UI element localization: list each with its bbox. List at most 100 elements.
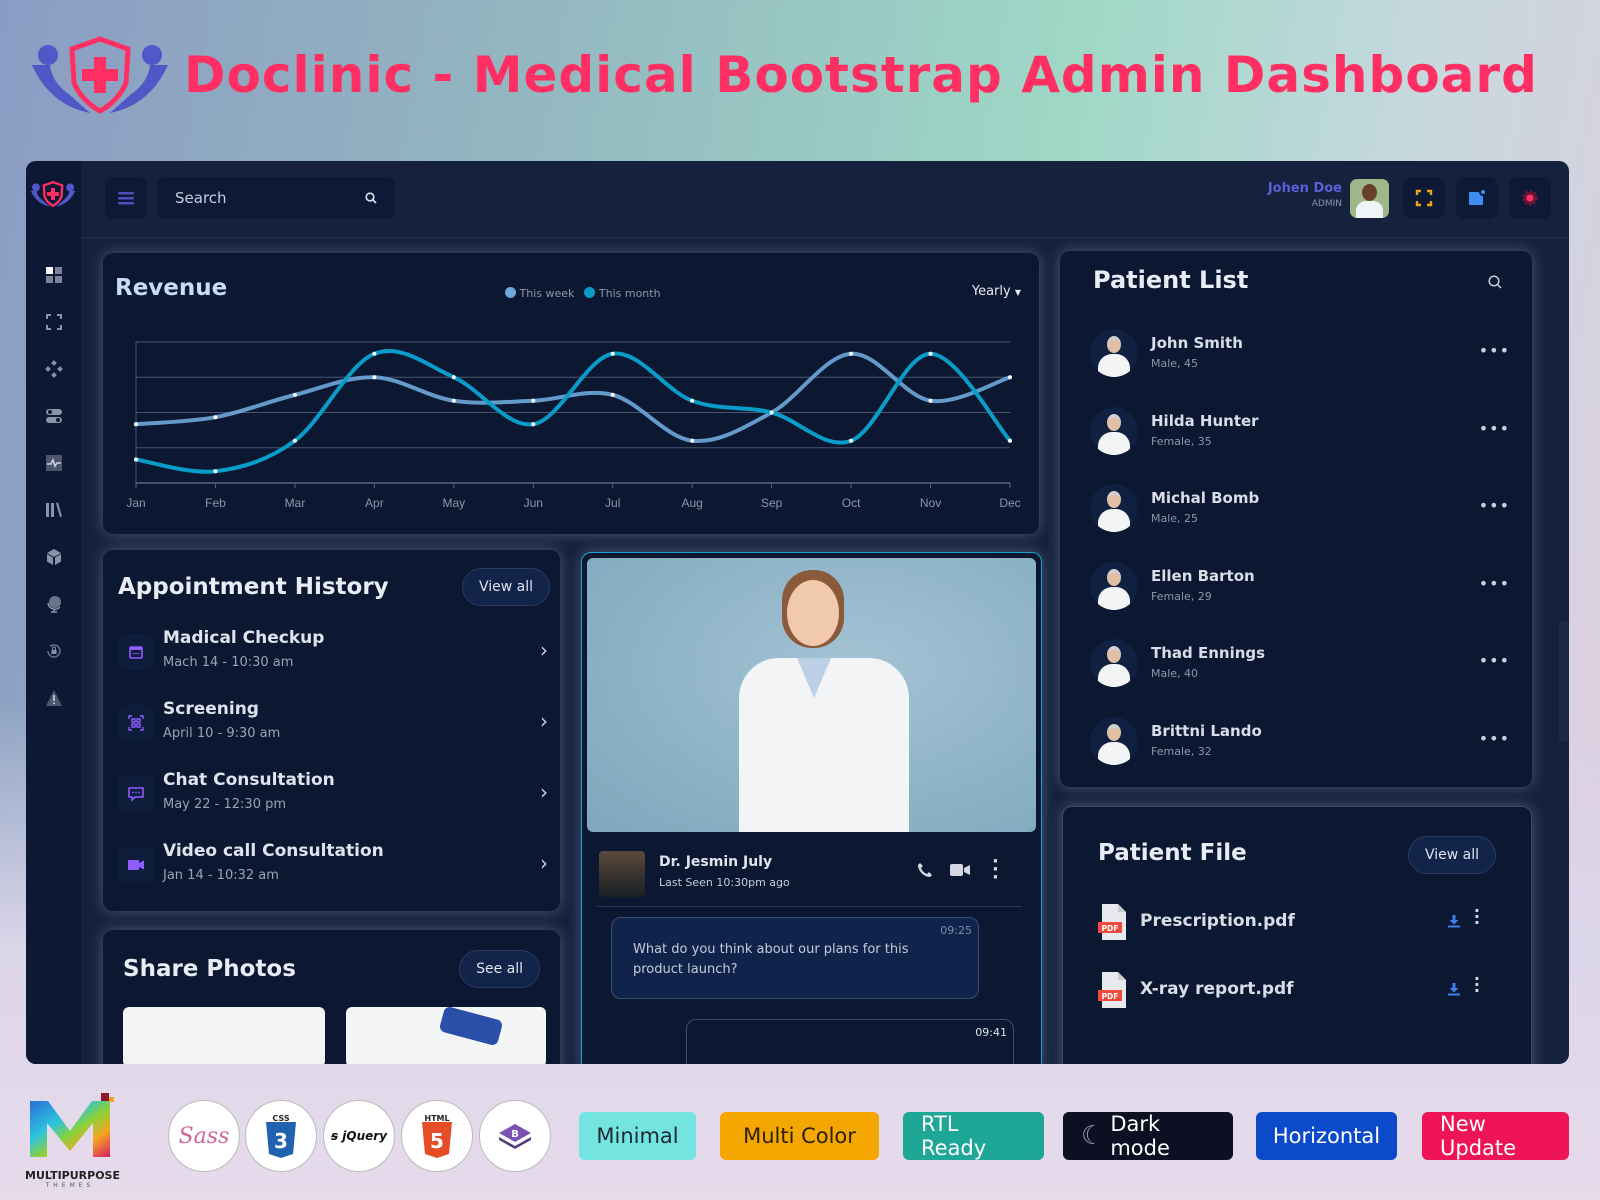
appointment-item[interactable]: Madical Checkup Mach 14 - 10:30 am ›: [118, 628, 548, 688]
patient-list-item[interactable]: Hilda Hunter Female, 35 •••: [1090, 406, 1510, 467]
patient-list-item[interactable]: Brittni Lando Female, 32 •••: [1090, 716, 1510, 777]
patient-avatar: [1090, 716, 1138, 765]
chevron-right-icon[interactable]: ›: [540, 780, 548, 804]
search-icon: [365, 192, 377, 204]
svg-text:CSS: CSS: [272, 1114, 289, 1123]
chat-avatar[interactable]: [599, 851, 645, 897]
phone-icon[interactable]: [917, 862, 933, 878]
more-options-icon[interactable]: •••: [1479, 341, 1510, 360]
x-tick-label: Jan: [126, 496, 145, 510]
appointment-item[interactable]: Chat Consultation May 22 - 12:30 pm ›: [118, 770, 548, 830]
sidebar-item-charts[interactable]: [26, 439, 81, 486]
more-options-icon[interactable]: •••: [1479, 729, 1510, 748]
x-tick-label: Jun: [524, 496, 543, 510]
x-tick-label: May: [442, 496, 465, 510]
sidebar-item-widgets[interactable]: [26, 533, 81, 580]
badge-multi-color: Multi Color: [720, 1112, 879, 1160]
chat-divider: [597, 906, 1022, 907]
sidebar-item-components[interactable]: [26, 345, 81, 392]
appointment-title: Video call Consultation: [163, 841, 384, 861]
user-info[interactable]: Johen Doe ADMIN: [1268, 181, 1342, 209]
more-options-icon[interactable]: •••: [1479, 651, 1510, 670]
svg-text:HTML: HTML: [424, 1114, 449, 1123]
components-icon: [44, 359, 63, 378]
settings-button[interactable]: [1509, 177, 1551, 219]
user-role: ADMIN: [1311, 199, 1342, 209]
chat-more-icon[interactable]: · · ·: [992, 853, 999, 887]
download-icon[interactable]: [1447, 914, 1461, 928]
doclinic-logo-icon: [32, 36, 168, 114]
sidebar-item-errors[interactable]: [26, 674, 81, 721]
series-line-this-month: [134, 349, 1012, 474]
user-avatar[interactable]: [1350, 179, 1389, 218]
appointments-view-all-button[interactable]: View all: [461, 568, 550, 606]
calendar-icon: [118, 634, 154, 670]
patient-list-item[interactable]: Thad Ennings Male, 40 •••: [1090, 639, 1510, 699]
sidebar-item-forms[interactable]: [26, 392, 81, 439]
patient-file-item[interactable]: PDF Prescription.pdf · · ·: [1098, 902, 1488, 948]
user-name: Johen Doe: [1267, 181, 1342, 196]
data-point: [928, 351, 933, 356]
revenue-card: Revenue This week This month Yearly ▼ Ja…: [103, 253, 1039, 534]
patient-list-item[interactable]: Ellen Barton Female, 29 •••: [1090, 561, 1510, 622]
css3-logo: CSS 3: [245, 1100, 317, 1172]
patient-name: Hilda Hunter: [1151, 411, 1259, 430]
badge-label: Horizontal: [1272, 1124, 1381, 1148]
scrollbar[interactable]: [1559, 621, 1569, 741]
sidebar-logo-icon: [30, 180, 76, 208]
appointment-title: Madical Checkup: [163, 628, 325, 648]
promo-header: Doclinic - Medical Bootstrap Admin Dashb…: [30, 32, 1538, 118]
file-more-icon[interactable]: · · ·: [1474, 971, 1480, 999]
sidebar-item-maps[interactable]: [26, 580, 81, 627]
patient-info: Female, 29: [1151, 589, 1212, 603]
badge-horizontal: Horizontal: [1256, 1112, 1397, 1160]
chevron-right-icon[interactable]: ›: [540, 851, 548, 875]
more-options-icon[interactable]: •••: [1479, 574, 1510, 593]
appointment-item[interactable]: Screening April 10 - 9:30 am ›: [118, 699, 548, 759]
more-options-icon[interactable]: •••: [1479, 496, 1510, 515]
data-point: [531, 398, 536, 403]
data-point: [213, 415, 218, 420]
sidebar-item-layout[interactable]: [26, 298, 81, 345]
badge-label: RTL Ready: [921, 1112, 987, 1160]
download-icon[interactable]: [1447, 982, 1461, 996]
sidebar-item-dashboard[interactable]: [26, 251, 81, 298]
pdf-file-icon: PDF: [1098, 904, 1126, 940]
message-time: 09:25: [940, 924, 972, 937]
chevron-right-icon[interactable]: ›: [540, 638, 548, 662]
photos-see-all-button[interactable]: See all: [459, 950, 540, 988]
files-view-all-button[interactable]: View all: [1407, 836, 1496, 874]
sidebar: [26, 161, 81, 1064]
photo-thumbnail[interactable]: [346, 1007, 546, 1064]
patient-file-item[interactable]: PDF X-ray report.pdf · · ·: [1098, 970, 1488, 1016]
video-call-icon[interactable]: [950, 863, 970, 877]
patient-file-card: Patient File View all PDF Prescription.p…: [1062, 806, 1532, 1064]
x-tick-label: Jul: [605, 496, 620, 510]
fullscreen-icon: [1415, 189, 1433, 207]
search-input[interactable]: Search: [157, 177, 395, 219]
data-point: [213, 469, 218, 474]
search-icon[interactable]: [1488, 275, 1502, 289]
sidebar-item-auth[interactable]: [26, 627, 81, 674]
menu-toggle-button[interactable]: [105, 177, 147, 219]
patient-info: Female, 35: [1151, 434, 1212, 448]
chevron-right-icon[interactable]: ›: [540, 709, 548, 733]
chat-message-bubble: 09:41: [686, 1019, 1014, 1064]
fullscreen-button[interactable]: [1403, 177, 1445, 219]
photo-thumbnail[interactable]: [123, 1007, 325, 1064]
dashboard-icon: [45, 266, 62, 283]
sidebar-item-library[interactable]: [26, 486, 81, 533]
patient-file-title: Patient File: [1098, 840, 1247, 866]
notifications-button[interactable]: [1456, 177, 1498, 219]
topbar: Search Johen Doe ADMIN: [81, 161, 1569, 238]
toggle-icon: [45, 408, 62, 423]
promo-title: Doclinic - Medical Bootstrap Admin Dashb…: [184, 46, 1538, 104]
appointment-item[interactable]: Video call Consultation Jan 14 - 10:32 a…: [118, 841, 548, 901]
file-more-icon[interactable]: · · ·: [1474, 903, 1480, 931]
more-options-icon[interactable]: •••: [1479, 419, 1510, 438]
patient-list-item[interactable]: John Smith Male, 45 •••: [1090, 329, 1510, 389]
patient-avatar: [1090, 561, 1138, 610]
sass-logo: Sass: [168, 1100, 240, 1172]
message-time: 09:41: [975, 1026, 1007, 1039]
patient-list-item[interactable]: Michal Bomb Male, 25 •••: [1090, 484, 1510, 544]
